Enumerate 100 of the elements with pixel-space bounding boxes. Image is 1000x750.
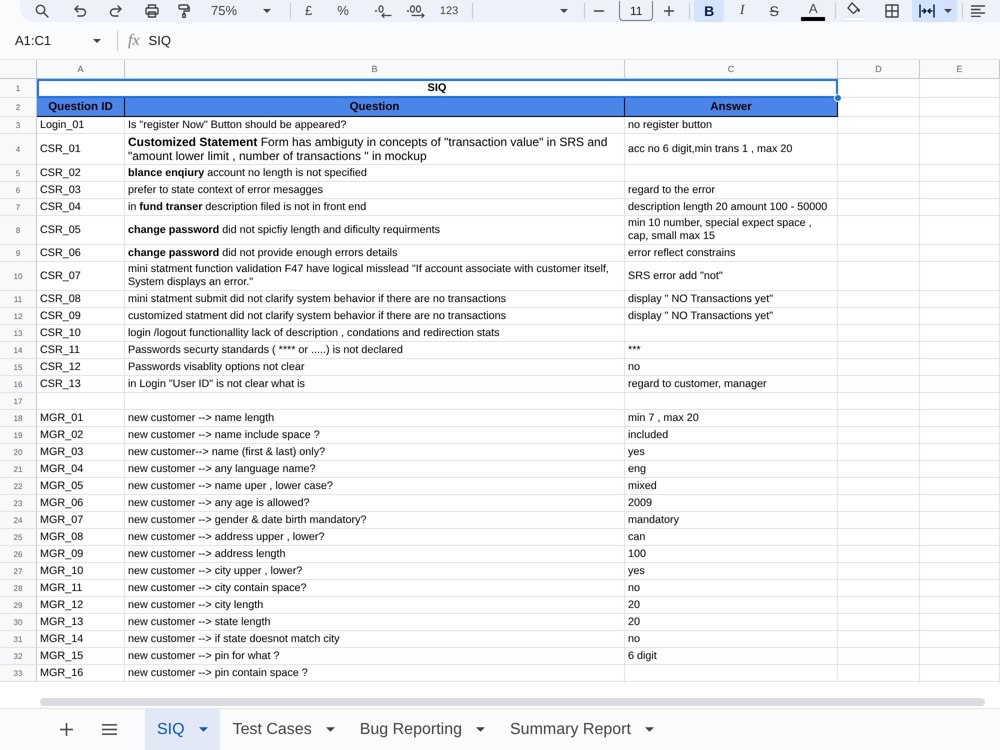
name-box[interactable]: A1:C1 bbox=[15, 33, 101, 48]
row-header[interactable]: 27 bbox=[0, 563, 37, 580]
caret-icon bbox=[326, 727, 335, 732]
table-cell: CSR_11 bbox=[37, 342, 125, 359]
table-cell: 20 bbox=[625, 614, 838, 631]
caret-icon bbox=[944, 9, 952, 13]
row-header[interactable]: 7 bbox=[0, 199, 37, 216]
table-cell: yes bbox=[625, 444, 838, 461]
table-cell: Is "register Now" Button should be appeared? bbox=[125, 117, 625, 134]
percent-button[interactable]: % bbox=[337, 2, 349, 20]
currency-button[interactable]: £ bbox=[305, 2, 312, 20]
column-header[interactable]: B bbox=[125, 60, 625, 79]
font-size-field[interactable]: 11 bbox=[619, 1, 654, 21]
table-cell: new customer --> address upper , lower? bbox=[125, 529, 625, 546]
table-cell: change password did not provide enough errors details bbox=[125, 245, 625, 262]
row-header[interactable]: 25 bbox=[0, 529, 37, 546]
table-cell: 20 bbox=[625, 597, 838, 614]
row-header[interactable]: 21 bbox=[0, 461, 37, 478]
row-header[interactable]: 13 bbox=[0, 325, 37, 342]
table-cell: in Login "User ID" is not clear what is bbox=[125, 376, 625, 393]
row-header[interactable]: 33 bbox=[0, 665, 37, 682]
table-cell: MGR_04 bbox=[37, 461, 125, 478]
horizontal-scrollbar[interactable] bbox=[40, 698, 985, 706]
strikethrough-button[interactable]: S bbox=[765, 0, 784, 22]
row-header[interactable]: 2 bbox=[0, 98, 37, 117]
table-cell: prefer to state context of error mesagges bbox=[125, 182, 625, 199]
row-header[interactable]: 29 bbox=[0, 597, 37, 614]
row-header[interactable]: 5 bbox=[0, 165, 37, 182]
sheet-tab[interactable]: Summary Report bbox=[498, 709, 666, 750]
row-header[interactable]: 28 bbox=[0, 580, 37, 597]
table-cell: blance enqiury account no length is not specified bbox=[125, 165, 625, 182]
redo-icon[interactable] bbox=[109, 4, 123, 18]
table-cell: new customer--> name (first & last) only? bbox=[125, 444, 625, 461]
row-header[interactable]: 8 bbox=[0, 216, 37, 245]
table-cell: Passwords visablity options not clear bbox=[125, 359, 625, 376]
decrease-decimal-icon[interactable] bbox=[374, 4, 392, 18]
merge-cells-button[interactable] bbox=[912, 0, 958, 22]
row-header[interactable]: 9 bbox=[0, 245, 37, 262]
row-header[interactable]: 26 bbox=[0, 546, 37, 563]
row-header[interactable]: 24 bbox=[0, 512, 37, 529]
row-header[interactable]: 31 bbox=[0, 631, 37, 648]
table-cell: CSR_07 bbox=[37, 262, 125, 291]
row-header[interactable]: 20 bbox=[0, 444, 37, 461]
table-cell: MGR_11 bbox=[37, 580, 125, 597]
selection-handle[interactable] bbox=[834, 94, 842, 102]
formula-field[interactable]: SIQ bbox=[148, 30, 1000, 50]
row-header[interactable]: 3 bbox=[0, 117, 37, 134]
row-header[interactable]: 6 bbox=[0, 182, 37, 199]
add-sheet-icon[interactable] bbox=[60, 723, 73, 736]
row-header[interactable]: 11 bbox=[0, 291, 37, 308]
sheet-tab[interactable]: SIQ bbox=[145, 709, 220, 750]
undo-icon[interactable] bbox=[73, 4, 87, 18]
table-cell: customized statment did not clarify system behavior if there are no transactions bbox=[125, 308, 625, 325]
plus-icon[interactable] bbox=[664, 6, 674, 16]
paint-bucket-icon[interactable] bbox=[846, 2, 862, 14]
borders-icon[interactable] bbox=[885, 4, 900, 18]
header-cell: Question ID bbox=[37, 98, 125, 117]
table-cell: CSR_01 bbox=[37, 134, 125, 165]
row-header[interactable]: 32 bbox=[0, 648, 37, 665]
row-header[interactable]: 15 bbox=[0, 359, 37, 376]
table-cell: new customer --> city contain space? bbox=[125, 580, 625, 597]
sheet-tab[interactable]: Test Cases bbox=[220, 709, 347, 750]
bold-button[interactable]: B bbox=[694, 0, 724, 22]
row-header[interactable]: 19 bbox=[0, 427, 37, 444]
row-header[interactable]: 12 bbox=[0, 308, 37, 325]
row-header[interactable]: 4 bbox=[0, 134, 37, 165]
paint-format-icon[interactable] bbox=[178, 4, 190, 18]
row-header[interactable]: 30 bbox=[0, 614, 37, 631]
row-header[interactable]: 10 bbox=[0, 262, 37, 291]
table-cell: new customer --> pin contain space ? bbox=[125, 665, 625, 682]
sheet-tab[interactable]: Bug Reporting bbox=[348, 709, 497, 750]
table-cell: 6 digit bbox=[625, 648, 838, 665]
align-left-icon[interactable] bbox=[971, 5, 986, 17]
table-cell: new customer --> city upper , lower? bbox=[125, 563, 625, 580]
print-icon[interactable] bbox=[145, 4, 159, 18]
zoom-dropdown[interactable]: 75% bbox=[211, 2, 272, 20]
row-header[interactable]: 22 bbox=[0, 478, 37, 495]
caret-icon[interactable] bbox=[560, 9, 568, 13]
row-header[interactable]: 17 bbox=[0, 393, 37, 410]
row-header[interactable]: 18 bbox=[0, 410, 37, 427]
italic-button[interactable]: I bbox=[733, 0, 752, 22]
column-header[interactable]: E bbox=[920, 60, 1000, 79]
column-header[interactable]: D bbox=[838, 60, 920, 79]
function-label: fx bbox=[128, 32, 140, 50]
column-header[interactable]: A bbox=[37, 60, 125, 79]
row-header[interactable]: 14 bbox=[0, 342, 37, 359]
menu-icon[interactable] bbox=[102, 724, 117, 735]
table-cell: description length 20 amount 100 - 50000 bbox=[625, 199, 838, 216]
number-format-button[interactable]: 123 bbox=[440, 2, 458, 20]
table-cell: new customer --> address length bbox=[125, 546, 625, 563]
column-header[interactable]: C bbox=[625, 60, 838, 79]
row-header[interactable]: 1 bbox=[0, 79, 37, 98]
search-icon[interactable] bbox=[35, 4, 49, 18]
text-color-button[interactable]: A bbox=[800, 0, 826, 22]
increase-decimal-icon[interactable] bbox=[406, 4, 426, 18]
caret-icon bbox=[263, 9, 272, 13]
row-header[interactable]: 23 bbox=[0, 495, 37, 512]
merge-cells-icon bbox=[919, 4, 936, 18]
table-cell: *** bbox=[625, 342, 838, 359]
row-header[interactable]: 16 bbox=[0, 376, 37, 393]
